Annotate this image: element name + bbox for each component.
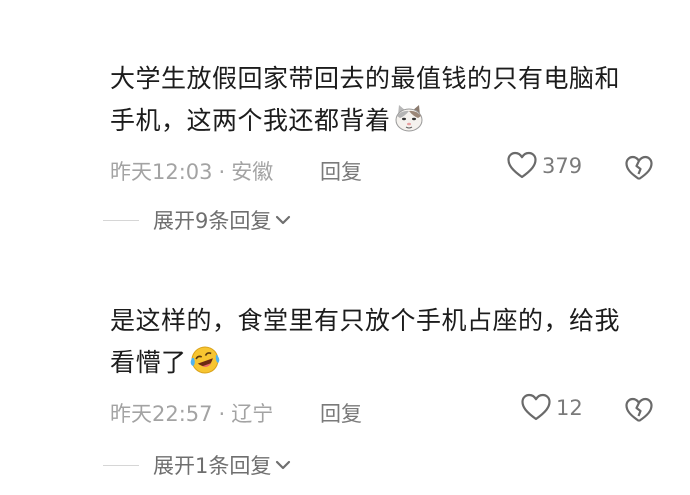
laughing-crying-emoji	[190, 346, 219, 374]
meta-separator: ·	[218, 402, 226, 426]
reply-button[interactable]: 回复	[320, 156, 362, 186]
comment-text: 大学生放假回家带回去的最值钱的只有电脑和 手机，这两个我还都背着	[110, 58, 670, 142]
expand-replies-label: 展开9条回复	[153, 209, 272, 233]
cat-face-emoji	[395, 105, 423, 132]
comment-text-line2: 看懵了	[110, 348, 187, 377]
like-count: 379	[542, 154, 583, 178]
comment-time: 昨天22:57	[110, 402, 213, 426]
expand-replies-label: 展开1条回复	[153, 454, 272, 478]
heart-outline-icon	[521, 393, 551, 421]
chevron-down-icon	[276, 460, 291, 470]
broken-heart-icon[interactable]	[624, 154, 654, 182]
reply-button[interactable]: 回复	[320, 398, 362, 428]
meta-separator: ·	[218, 160, 226, 184]
comment-meta: 昨天12:03 · 安徽 回复 379	[110, 150, 670, 190]
divider-line	[103, 464, 139, 466]
like-count: 12	[556, 396, 583, 420]
comment-text: 是这样的，食堂里有只放个手机占座的，给我 看懵了	[110, 300, 670, 384]
comment-text-line1: 大学生放假回家带回去的最值钱的只有电脑和	[110, 64, 621, 93]
comment-meta-info: 昨天12:03 · 安徽	[110, 156, 273, 186]
comment-location: 辽宁	[231, 402, 274, 426]
comment-meta-info: 昨天22:57 · 辽宁	[110, 398, 273, 428]
broken-heart-icon[interactable]	[624, 396, 654, 424]
like-button[interactable]: 379	[506, 150, 582, 180]
expand-replies-button[interactable]: 展开9条回复	[103, 205, 291, 235]
divider-line	[103, 219, 139, 221]
comment-item: 大学生放假回家带回去的最值钱的只有电脑和 手机，这两个我还都背着 昨天12:03…	[110, 58, 670, 190]
like-button[interactable]: 12	[520, 392, 583, 422]
comment-text-line2: 手机，这两个我还都背着	[110, 106, 391, 135]
comment-location: 安徽	[231, 160, 274, 184]
expand-replies-button[interactable]: 展开1条回复	[103, 450, 291, 480]
comment-item: 是这样的，食堂里有只放个手机占座的，给我 看懵了 昨天22:57 · 辽宁 回复 1…	[110, 300, 670, 432]
comment-time: 昨天12:03	[110, 160, 213, 184]
heart-outline-icon	[507, 151, 537, 179]
comment-text-line1: 是这样的，食堂里有只放个手机占座的，给我	[110, 306, 621, 335]
comment-meta: 昨天22:57 · 辽宁 回复 12	[110, 392, 670, 432]
chevron-down-icon	[276, 215, 291, 225]
